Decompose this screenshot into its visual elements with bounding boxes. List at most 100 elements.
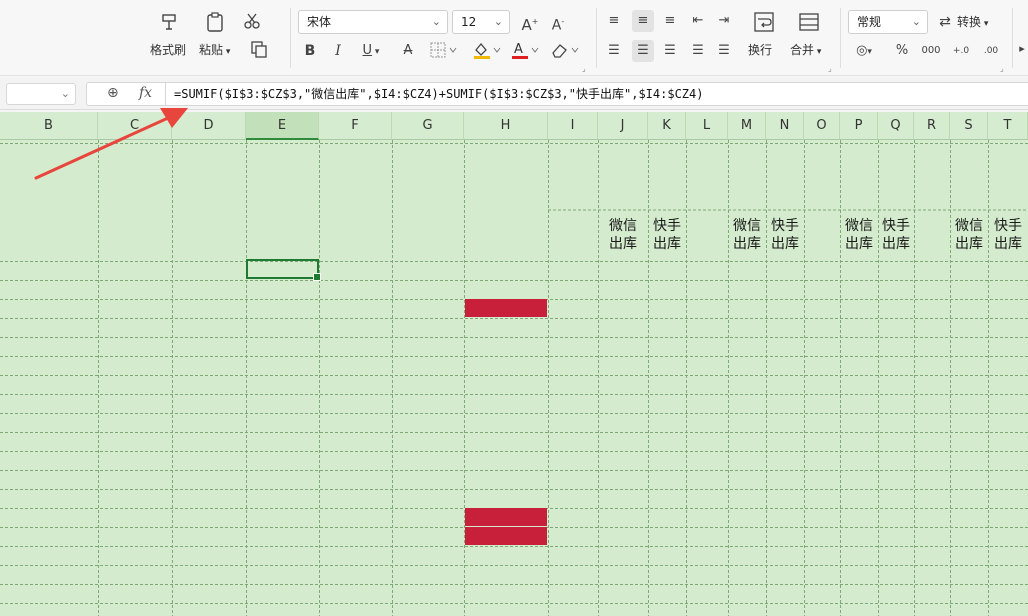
copy-icon[interactable] bbox=[244, 40, 274, 62]
cell-status[interactable] bbox=[464, 356, 548, 374]
cell-warn[interactable] bbox=[392, 527, 464, 545]
cell-opening[interactable] bbox=[98, 489, 172, 507]
cell-in-total[interactable] bbox=[172, 527, 246, 545]
increase-decimal-icon[interactable]: +.0 bbox=[950, 42, 972, 60]
cell-day1-kuaishou-out[interactable] bbox=[648, 451, 686, 469]
cell-in-total[interactable] bbox=[172, 413, 246, 431]
cell-product-id[interactable] bbox=[0, 432, 98, 450]
column-header-m[interactable]: M bbox=[728, 112, 766, 140]
cell-day1-in[interactable] bbox=[548, 337, 598, 355]
column-header-p[interactable]: P bbox=[840, 112, 878, 140]
cell-warn[interactable] bbox=[392, 261, 464, 279]
cell-product-id[interactable] bbox=[0, 280, 98, 298]
bold-icon[interactable]: B bbox=[302, 42, 318, 60]
cell-day1-wechat-out[interactable] bbox=[598, 508, 648, 526]
italic-icon[interactable]: I bbox=[330, 42, 346, 60]
cell-day1-kuaishou-out[interactable] bbox=[648, 394, 686, 412]
cell-status[interactable] bbox=[464, 394, 548, 412]
cell-day1-wechat-out[interactable] bbox=[598, 337, 648, 355]
convert-button[interactable]: 转换 ▾ bbox=[957, 15, 988, 31]
align-top-icon[interactable]: ≡ bbox=[606, 12, 622, 30]
cell-day1-wechat-out[interactable] bbox=[598, 375, 648, 393]
merge-button[interactable]: 合并 ▾ bbox=[790, 43, 821, 59]
cell-out-total[interactable] bbox=[246, 356, 319, 374]
increase-indent-icon[interactable]: ⇥ bbox=[716, 12, 732, 30]
cell-day1-in[interactable] bbox=[548, 299, 598, 317]
cell-day1-in[interactable] bbox=[548, 261, 598, 279]
cell-status[interactable] bbox=[464, 432, 548, 450]
cell-day1-kuaishou-out[interactable] bbox=[648, 375, 686, 393]
cell-in-total[interactable] bbox=[172, 356, 246, 374]
cell-product-id[interactable] bbox=[0, 375, 98, 393]
cell-out-total[interactable] bbox=[246, 489, 319, 507]
percent-icon[interactable]: % bbox=[894, 42, 910, 60]
cell-remain[interactable] bbox=[319, 527, 392, 545]
cell-day1-kuaishou-out[interactable] bbox=[648, 527, 686, 545]
cell-status[interactable] bbox=[464, 413, 548, 431]
cell-status[interactable] bbox=[464, 318, 548, 336]
cell-day1-wechat-out[interactable] bbox=[598, 280, 648, 298]
cell-day1-wechat-out[interactable] bbox=[598, 356, 648, 374]
cell-day1-in[interactable] bbox=[548, 394, 598, 412]
cell-opening[interactable] bbox=[98, 508, 172, 526]
cell-product-id[interactable] bbox=[0, 527, 98, 545]
cell-day1-wechat-out[interactable] bbox=[598, 261, 648, 279]
cell-out-total[interactable] bbox=[246, 318, 319, 336]
column-header-i[interactable]: I bbox=[548, 112, 598, 140]
number-dialog-launcher[interactable]: ⌟ bbox=[1000, 64, 1004, 73]
cell-out-total[interactable] bbox=[246, 413, 319, 431]
column-header-f[interactable]: F bbox=[319, 112, 392, 140]
cell-day1-kuaishou-out[interactable] bbox=[648, 261, 686, 279]
cell-remain[interactable] bbox=[319, 318, 392, 336]
column-header-l[interactable]: L bbox=[686, 112, 728, 140]
cell-opening[interactable] bbox=[98, 451, 172, 469]
cell-warn[interactable] bbox=[392, 337, 464, 355]
cell-remain[interactable] bbox=[319, 375, 392, 393]
column-header-o[interactable]: O bbox=[804, 112, 840, 140]
cell-remain[interactable] bbox=[319, 261, 392, 279]
cell-remain[interactable] bbox=[319, 413, 392, 431]
cell-warn[interactable] bbox=[392, 413, 464, 431]
cell-product-id[interactable] bbox=[0, 299, 98, 317]
cell-status[interactable] bbox=[464, 337, 548, 355]
align-center-icon[interactable]: ☰ bbox=[632, 40, 654, 62]
cell-opening[interactable] bbox=[98, 527, 172, 545]
cell-remain[interactable] bbox=[319, 432, 392, 450]
cell-product-id[interactable] bbox=[0, 413, 98, 431]
increase-font-icon[interactable]: A+ bbox=[520, 13, 540, 34]
column-header-k[interactable]: K bbox=[648, 112, 686, 140]
merge-icon[interactable] bbox=[797, 11, 821, 37]
cell-warn[interactable] bbox=[392, 489, 464, 507]
cell-opening[interactable] bbox=[98, 432, 172, 450]
cell-day1-kuaishou-out[interactable] bbox=[648, 432, 686, 450]
cell-day1-wechat-out[interactable] bbox=[598, 451, 648, 469]
decrease-decimal-icon[interactable]: .00 bbox=[980, 42, 1002, 60]
decrease-font-icon[interactable]: A- bbox=[548, 13, 568, 35]
cell-day1-in[interactable] bbox=[548, 470, 598, 488]
cell-opening[interactable] bbox=[98, 261, 172, 279]
cell-out-total[interactable] bbox=[246, 527, 319, 545]
zoom-icon[interactable]: ⊕ bbox=[107, 85, 119, 101]
font-dialog-launcher[interactable]: ⌟ bbox=[582, 64, 586, 73]
cell-out-total[interactable] bbox=[246, 451, 319, 469]
cell-remain[interactable] bbox=[319, 299, 392, 317]
cell-in-total[interactable] bbox=[172, 280, 246, 298]
chevron-down-icon[interactable]: ⌄ bbox=[912, 11, 921, 33]
cell-in-total[interactable] bbox=[172, 451, 246, 469]
cell-product-id[interactable] bbox=[0, 394, 98, 412]
cell-day1-in[interactable] bbox=[548, 318, 598, 336]
cell-out-total[interactable] bbox=[246, 432, 319, 450]
cell-in-total[interactable] bbox=[172, 432, 246, 450]
distribute-icon[interactable]: ☰ bbox=[716, 42, 732, 60]
column-header-j[interactable]: J bbox=[598, 112, 648, 140]
cell-day1-wechat-out[interactable] bbox=[598, 489, 648, 507]
cell-day1-wechat-out[interactable] bbox=[598, 318, 648, 336]
cell-warn[interactable] bbox=[392, 299, 464, 317]
cell-product-id[interactable] bbox=[0, 261, 98, 279]
cell-day1-wechat-out[interactable] bbox=[598, 299, 648, 317]
cell-day1-kuaishou-out[interactable] bbox=[648, 489, 686, 507]
font-size-select[interactable]: 12 ⌄ bbox=[452, 10, 510, 34]
cell-remain[interactable] bbox=[319, 356, 392, 374]
cell-opening[interactable] bbox=[98, 337, 172, 355]
decrease-indent-icon[interactable]: ⇤ bbox=[690, 12, 706, 30]
